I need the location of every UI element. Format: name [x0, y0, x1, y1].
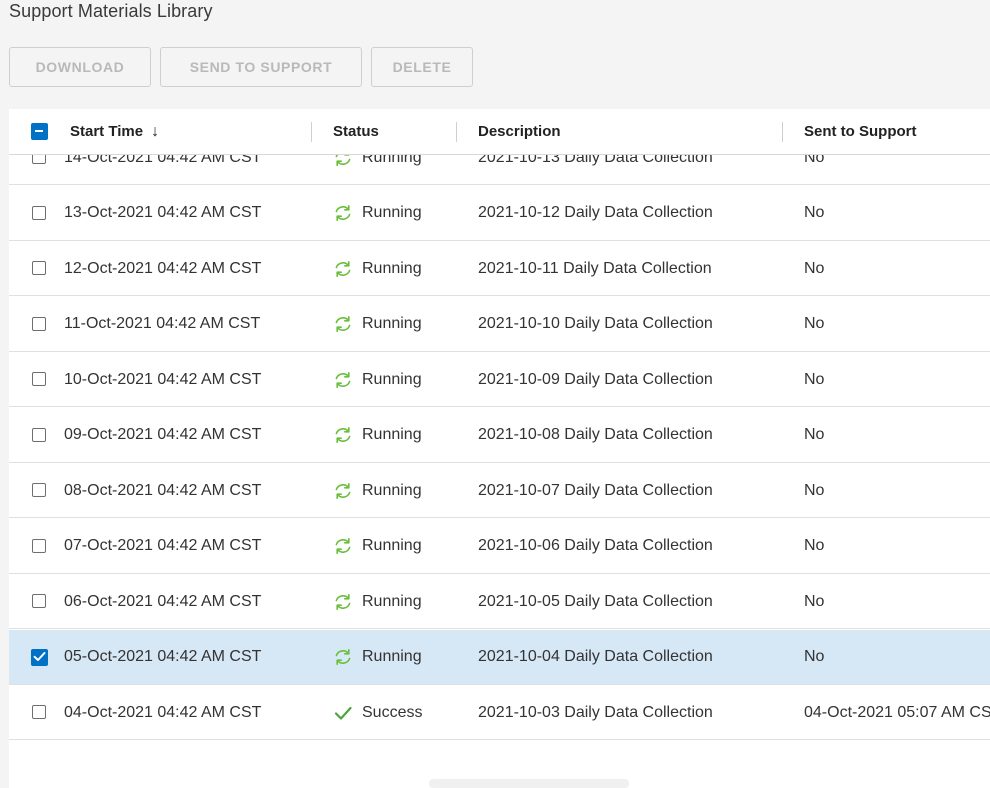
row-checkbox[interactable] [32, 316, 46, 331]
row-checkbox[interactable] [32, 705, 46, 719]
column-header-sent-to-support[interactable]: Sent to Support [804, 109, 917, 154]
refresh-icon [333, 592, 353, 612]
start-time-cell: 08-Oct-2021 04:42 AM CST [64, 481, 262, 499]
grid-header: Start Time ↓ Status Description Sent to … [9, 109, 990, 155]
table-row[interactable]: 08-Oct-2021 04:42 AM CST Running 2021-10-0… [9, 463, 990, 518]
status-label: Running [362, 426, 422, 443]
table-row[interactable]: 07-Oct-2021 04:42 AM CST Running 2021-10-0… [9, 518, 990, 574]
status-cell: Running [333, 630, 422, 685]
sent-to-support-cell: No [804, 481, 825, 499]
status-cell: Running [333, 297, 422, 352]
table-row[interactable]: 09-Oct-2021 04:42 AM CST Running 2021-10-0… [9, 407, 990, 463]
horizontal-scrollbar[interactable] [429, 779, 629, 788]
sent-to-support-cell: No [804, 259, 825, 277]
status-label: Running [362, 315, 422, 332]
row-checkbox[interactable] [32, 427, 46, 442]
status-cell: Running [333, 186, 422, 241]
description-cell: 2021-10-11 Daily Data Collection [478, 259, 712, 277]
table-row[interactable]: 10-Oct-2021 04:42 AM CST Running 2021-10-0… [9, 352, 990, 407]
sent-to-support-cell: No [804, 648, 825, 665]
arrow-down-icon[interactable]: ↓ [151, 123, 159, 141]
refresh-icon [333, 203, 353, 223]
row-checkbox[interactable] [32, 594, 46, 608]
start-time-cell: 12-Oct-2021 04:42 AM CST [64, 259, 262, 277]
download-button[interactable]: DOWNLOAD [9, 47, 151, 87]
status-cell: Running [333, 463, 422, 518]
status-cell: Running [333, 408, 422, 463]
description-cell: 2021-10-04 Daily Data Collection [478, 648, 713, 665]
table-row[interactable]: 06-Oct-2021 04:42 AM CST Running 2021-10-0… [9, 574, 990, 629]
table-row[interactable]: 11-Oct-2021 04:42 AM CST Running 2021-10-1… [9, 296, 990, 352]
table-row[interactable]: 04-Oct-2021 04:42 AM CST Success 2021-10-0… [9, 685, 990, 740]
status-label: Running [362, 648, 422, 665]
refresh-icon [333, 259, 353, 279]
refresh-icon [333, 370, 353, 390]
status-cell: Success [333, 685, 422, 740]
table-row[interactable]: 12-Oct-2021 04:42 AM CST Running 2021-10-1… [9, 241, 990, 296]
select-all-checkbox[interactable] [31, 123, 48, 140]
status-label: Running [362, 537, 422, 554]
start-time-header-label: Start Time [70, 123, 144, 140]
sent-to-support-cell: No [804, 204, 825, 221]
delete-button[interactable]: DELETE [371, 47, 473, 87]
sent-to-support-cell: No [804, 370, 825, 388]
status-cell: Running [333, 574, 422, 629]
description-cell: 2021-10-12 Daily Data Collection [478, 204, 713, 221]
table-row[interactable]: 13-Oct-2021 04:42 AM CST Running 2021-10-1… [9, 185, 990, 241]
column-resize-handle[interactable] [782, 122, 783, 142]
description-cell: 2021-10-06 Daily Data Collection [478, 537, 713, 554]
description-cell: 2021-10-07 Daily Data Collection [478, 481, 713, 499]
start-time-cell: 13-Oct-2021 04:42 AM CST [64, 204, 262, 221]
start-time-cell: 04-Oct-2021 04:42 AM CST [64, 703, 262, 721]
start-time-cell: 05-Oct-2021 04:42 AM CST [64, 648, 262, 665]
status-label: Running [362, 259, 422, 277]
refresh-icon [333, 481, 353, 501]
column-header-description[interactable]: Description [478, 109, 561, 154]
row-checkbox[interactable] [32, 205, 46, 220]
sent-to-support-cell: No [804, 315, 825, 332]
description-cell: 2021-10-10 Daily Data Collection [478, 315, 713, 332]
refresh-icon [333, 647, 353, 667]
status-label: Success [362, 703, 423, 721]
start-time-cell: 07-Oct-2021 04:42 AM CST [64, 537, 262, 554]
status-label: Running [362, 592, 422, 610]
sent-to-support-cell: No [804, 592, 825, 610]
row-checkbox[interactable] [32, 261, 46, 275]
refresh-icon [333, 536, 353, 556]
description-cell: 2021-10-08 Daily Data Collection [478, 426, 713, 443]
status-label: Running [362, 481, 422, 499]
row-checkbox[interactable] [32, 483, 46, 497]
column-resize-handle[interactable] [311, 122, 312, 142]
column-resize-handle[interactable] [456, 122, 457, 142]
description-cell: 2021-10-09 Daily Data Collection [478, 370, 713, 388]
sent-to-support-cell: No [804, 537, 825, 554]
table-row[interactable]: 05-Oct-2021 04:42 AM CST Running 2021-10-0… [9, 629, 990, 685]
start-time-cell: 06-Oct-2021 04:42 AM CST [64, 592, 262, 610]
status-cell: Running [333, 352, 422, 407]
support-materials-grid: Start Time ↓ Status Description Sent to … [9, 109, 990, 788]
status-cell: Running [333, 241, 422, 296]
start-time-cell: 09-Oct-2021 04:42 AM CST [64, 426, 262, 443]
start-time-cell: 11-Oct-2021 04:42 AM CST [64, 315, 261, 332]
refresh-icon [333, 425, 353, 445]
row-checkbox[interactable] [31, 648, 48, 666]
check-icon [333, 703, 353, 723]
row-checkbox[interactable] [32, 372, 46, 386]
start-time-cell: 10-Oct-2021 04:42 AM CST [64, 370, 262, 388]
send-to-support-button[interactable]: SEND TO SUPPORT [160, 47, 362, 87]
status-cell: Running [333, 519, 422, 574]
sent-to-support-cell: No [804, 426, 825, 443]
description-cell: 2021-10-03 Daily Data Collection [478, 703, 713, 721]
status-label: Running [362, 370, 422, 388]
column-header-status[interactable]: Status [333, 109, 379, 154]
column-header-start-time[interactable]: Start Time ↓ [70, 109, 159, 154]
row-checkbox[interactable] [32, 538, 46, 553]
status-label: Running [362, 204, 422, 221]
refresh-icon [333, 314, 353, 334]
sent-to-support-cell: 04-Oct-2021 05:07 AM CST [804, 703, 990, 721]
page-title: Support Materials Library [9, 1, 213, 21]
description-cell: 2021-10-05 Daily Data Collection [478, 592, 713, 610]
